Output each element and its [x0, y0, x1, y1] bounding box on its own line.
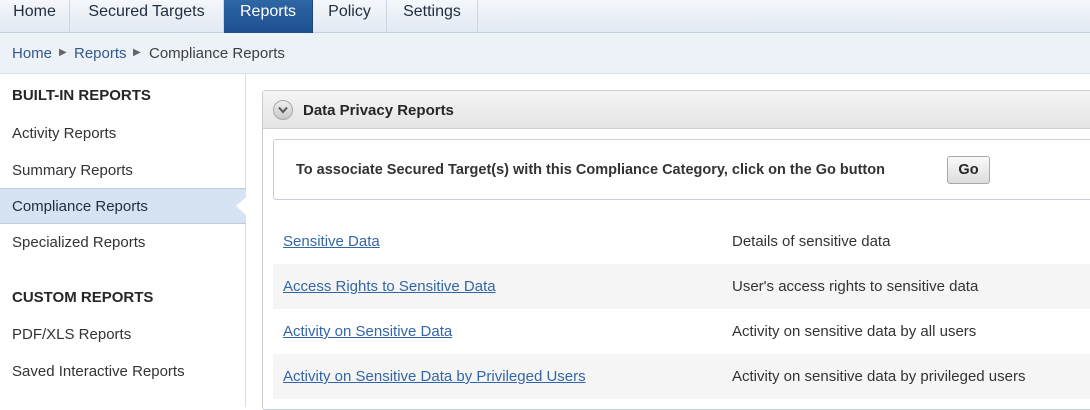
- tab-home[interactable]: Home: [0, 0, 70, 33]
- sidebar-item-activity-reports[interactable]: Activity Reports: [0, 116, 246, 152]
- associate-instructions: To associate Secured Target(s) with this…: [296, 162, 885, 178]
- report-row: Access Rights to Sensitive Data User's a…: [273, 264, 1090, 309]
- sidebar-heading-builtin: BUILT-IN REPORTS: [12, 87, 151, 104]
- report-row: Activity on Sensitive Data Activity on s…: [273, 309, 1090, 354]
- data-privacy-reports-panel: Data Privacy Reports To associate Secure…: [262, 90, 1090, 410]
- report-link-sensitive-data[interactable]: Sensitive Data: [283, 233, 380, 250]
- breadcrumb: Home ▶ Reports ▶ Compliance Reports: [0, 33, 1090, 74]
- panel-title: Data Privacy Reports: [303, 102, 454, 119]
- report-description: Activity on sensitive data by all users: [732, 323, 977, 340]
- sidebar-item-compliance-reports[interactable]: Compliance Reports: [0, 188, 246, 224]
- report-link-activity-on-sensitive-data[interactable]: Activity on Sensitive Data: [283, 323, 452, 340]
- chevron-right-icon: ▶: [133, 47, 141, 58]
- report-link-activity-privileged-users[interactable]: Activity on Sensitive Data by Privileged…: [283, 368, 586, 385]
- report-description: User's access rights to sensitive data: [732, 278, 979, 295]
- report-row: Activity on Sensitive Data by Privileged…: [273, 354, 1090, 399]
- sidebar-item-pdf-xls-reports[interactable]: PDF/XLS Reports: [0, 317, 246, 353]
- collapse-chevron-icon[interactable]: [273, 100, 293, 120]
- sidebar: BUILT-IN REPORTS Activity Reports Summar…: [0, 74, 246, 407]
- sidebar-item-saved-interactive-reports[interactable]: Saved Interactive Reports: [0, 354, 246, 390]
- breadcrumb-current: Compliance Reports: [149, 45, 285, 62]
- tab-reports[interactable]: Reports: [224, 0, 313, 33]
- report-description: Details of sensitive data: [732, 233, 891, 250]
- sidebar-heading-custom: CUSTOM REPORTS: [12, 289, 154, 306]
- associate-target-box: To associate Secured Target(s) with this…: [273, 139, 1090, 200]
- go-button[interactable]: Go: [947, 156, 990, 184]
- tab-settings[interactable]: Settings: [387, 0, 478, 33]
- sidebar-item-specialized-reports[interactable]: Specialized Reports: [0, 225, 246, 261]
- report-description: Activity on sensitive data by privileged…: [732, 368, 1026, 385]
- selected-indicator-arrow: [236, 197, 246, 215]
- tab-secured-targets[interactable]: Secured Targets: [70, 0, 224, 33]
- breadcrumb-home[interactable]: Home: [12, 45, 52, 62]
- report-row: Sensitive Data Details of sensitive data: [273, 219, 1090, 264]
- sidebar-item-summary-reports[interactable]: Summary Reports: [0, 153, 246, 189]
- panel-header: Data Privacy Reports: [263, 91, 1090, 129]
- tab-policy[interactable]: Policy: [313, 0, 387, 33]
- top-nav-bar: Home Secured Targets Reports Policy Sett…: [0, 0, 1090, 33]
- report-link-access-rights[interactable]: Access Rights to Sensitive Data: [283, 278, 496, 295]
- breadcrumb-reports[interactable]: Reports: [74, 45, 127, 62]
- chevron-right-icon: ▶: [59, 47, 67, 58]
